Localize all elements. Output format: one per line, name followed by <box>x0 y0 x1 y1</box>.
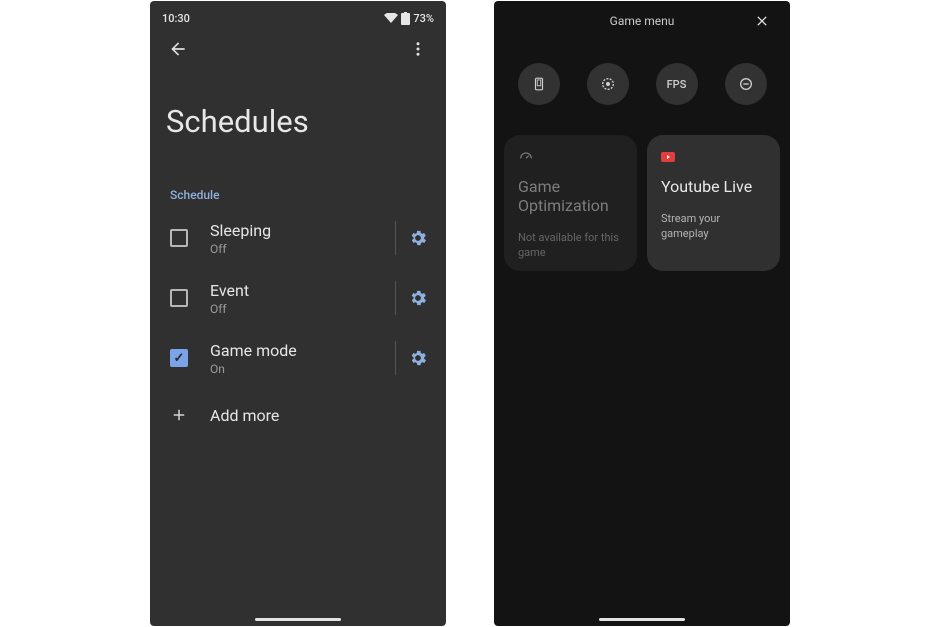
record-icon <box>600 76 616 92</box>
header-row <box>150 27 446 61</box>
card-youtube-live[interactable]: Youtube Live Stream your gameplay <box>647 135 780 271</box>
youtube-icon <box>661 149 768 165</box>
add-more-button[interactable]: Add more <box>150 388 446 442</box>
dnd-icon <box>738 76 754 92</box>
nav-handle[interactable] <box>599 618 685 621</box>
divider <box>395 221 396 255</box>
screenshot-button[interactable] <box>518 63 560 105</box>
gauge-icon <box>518 149 625 165</box>
cards-row: Game Optimization Not available for this… <box>494 105 790 271</box>
checkbox-event[interactable] <box>170 289 188 307</box>
record-button[interactable] <box>587 63 629 105</box>
item-status: Off <box>210 242 387 256</box>
status-bar: 10:30 73% <box>150 9 446 27</box>
schedules-screen: 10:30 73% Schedules Schedule Sleeping Of… <box>150 1 446 626</box>
list-item-game-mode[interactable]: ✓ Game mode On <box>150 328 446 388</box>
page-title: Schedules <box>150 61 446 140</box>
checkbox-game-mode[interactable]: ✓ <box>170 349 188 367</box>
status-time: 10:30 <box>162 12 190 25</box>
check-icon: ✓ <box>174 351 185 366</box>
item-status: On <box>210 362 387 376</box>
close-button[interactable] <box>750 9 774 33</box>
nav-handle[interactable] <box>255 618 341 621</box>
back-button[interactable] <box>166 37 190 61</box>
fps-button[interactable]: FPS <box>656 63 698 105</box>
card-game-optimization[interactable]: Game Optimization Not available for this… <box>504 135 637 271</box>
wifi-icon <box>384 13 398 23</box>
list-item-event[interactable]: Event Off <box>150 268 446 328</box>
fps-label: FPS <box>667 78 687 91</box>
card-subtitle: Not available for this game <box>518 231 625 261</box>
status-battery: 73% <box>413 12 434 25</box>
divider <box>395 341 396 375</box>
game-menu-title: Game menu <box>610 14 675 28</box>
phone-icon <box>532 75 546 93</box>
close-icon <box>754 13 770 29</box>
divider <box>395 281 396 315</box>
card-subtitle: Stream your gameplay <box>661 212 768 242</box>
quick-actions: FPS <box>494 41 790 105</box>
settings-button-game-mode[interactable] <box>404 344 432 372</box>
settings-button-sleeping[interactable] <box>404 224 432 252</box>
settings-button-event[interactable] <box>404 284 432 312</box>
section-label: Schedule <box>150 140 446 208</box>
card-title: Youtube Live <box>661 177 768 196</box>
arrow-left-icon <box>168 39 188 59</box>
list-item-sleeping[interactable]: Sleeping Off <box>150 208 446 268</box>
item-title: Game mode <box>210 341 387 360</box>
more-vertical-icon <box>409 40 427 58</box>
battery-icon <box>401 12 410 25</box>
item-title: Sleeping <box>210 221 387 240</box>
gear-icon <box>408 348 428 368</box>
dnd-button[interactable] <box>725 63 767 105</box>
overflow-button[interactable] <box>406 37 430 61</box>
game-menu-screen: Game menu FPS Game Optimization Not avai… <box>494 1 790 626</box>
card-title: Game Optimization <box>518 177 625 215</box>
gear-icon <box>408 228 428 248</box>
item-status: Off <box>210 302 387 316</box>
schedule-list: Sleeping Off Event Off ✓ Game mode On <box>150 208 446 442</box>
plus-icon <box>170 406 188 424</box>
checkbox-sleeping[interactable] <box>170 229 188 247</box>
item-title: Event <box>210 281 387 300</box>
add-more-label: Add more <box>210 406 432 425</box>
gear-icon <box>408 288 428 308</box>
game-menu-header: Game menu <box>494 1 790 41</box>
